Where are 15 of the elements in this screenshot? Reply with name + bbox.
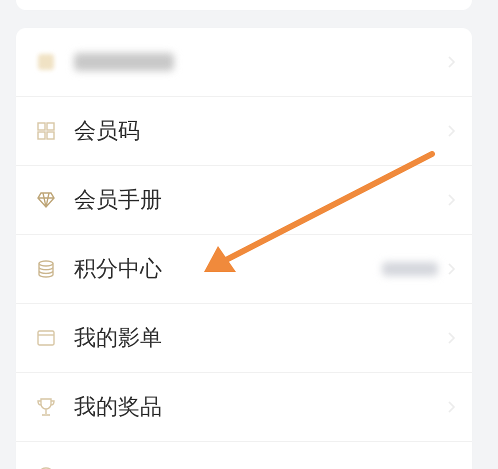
grid-icon xyxy=(36,121,56,141)
blurred-icon xyxy=(36,52,56,72)
menu-label: 积分中心 xyxy=(74,256,162,284)
menu-label: 我的影单 xyxy=(74,325,162,353)
trophy-icon xyxy=(36,397,56,417)
menu-label: 会员码 xyxy=(74,118,140,146)
menu-item[interactable]: 会员手册 xyxy=(16,166,472,235)
menu-item[interactable]: 会员码 xyxy=(16,97,472,166)
menu-label: 会员手册 xyxy=(74,187,162,215)
menu-label: 我的奖品 xyxy=(74,394,162,422)
menu-item[interactable]: 我的奖品 xyxy=(16,373,472,442)
diamond-icon xyxy=(36,190,56,210)
coins-icon xyxy=(36,259,56,279)
clapperboard-icon xyxy=(36,328,56,348)
menu-item[interactable]: 我的影单 xyxy=(16,304,472,373)
